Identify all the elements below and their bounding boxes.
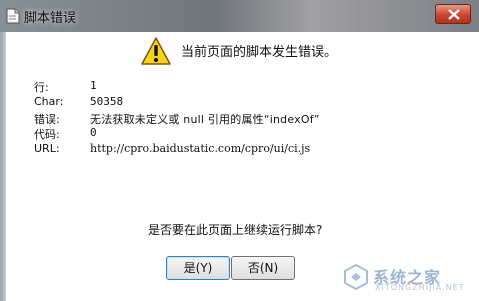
line-label: 行:: [34, 81, 49, 94]
error-label: 错误:: [34, 113, 60, 126]
watermark-logo-icon: [344, 263, 368, 291]
watermark-subtext: XITONGZHIJIA.NET: [375, 283, 465, 292]
document-icon: [6, 8, 20, 24]
code-value: 0: [90, 126, 97, 139]
warning-triangle-icon: [140, 36, 172, 66]
yes-button[interactable]: 是(Y): [166, 256, 230, 280]
error-header-message: 当前页面的脚本发生错误。: [181, 45, 338, 60]
line-value: 1: [90, 79, 97, 92]
url-label: URL:: [34, 142, 60, 155]
no-button[interactable]: 否(N): [231, 256, 295, 280]
title-bar: 脚本错误: [0, 0, 479, 33]
continue-question: 是否要在此页面上继续运行脚本?: [148, 223, 323, 237]
char-label: Char:: [34, 95, 64, 108]
url-value: http://cpro.baidustatic.com/cpro/ui/ci.j…: [90, 142, 311, 155]
window-title: 脚本错误: [24, 11, 77, 26]
error-value: 无法获取未定义或 null 引用的属性“indexOf”: [90, 113, 320, 126]
close-button[interactable]: [435, 4, 471, 24]
watermark: 系统之家 XITONGZHIJIA.NET: [343, 261, 473, 295]
code-label: 代码:: [34, 128, 60, 141]
char-value: 50358: [90, 95, 124, 108]
close-x-icon: [448, 9, 460, 20]
